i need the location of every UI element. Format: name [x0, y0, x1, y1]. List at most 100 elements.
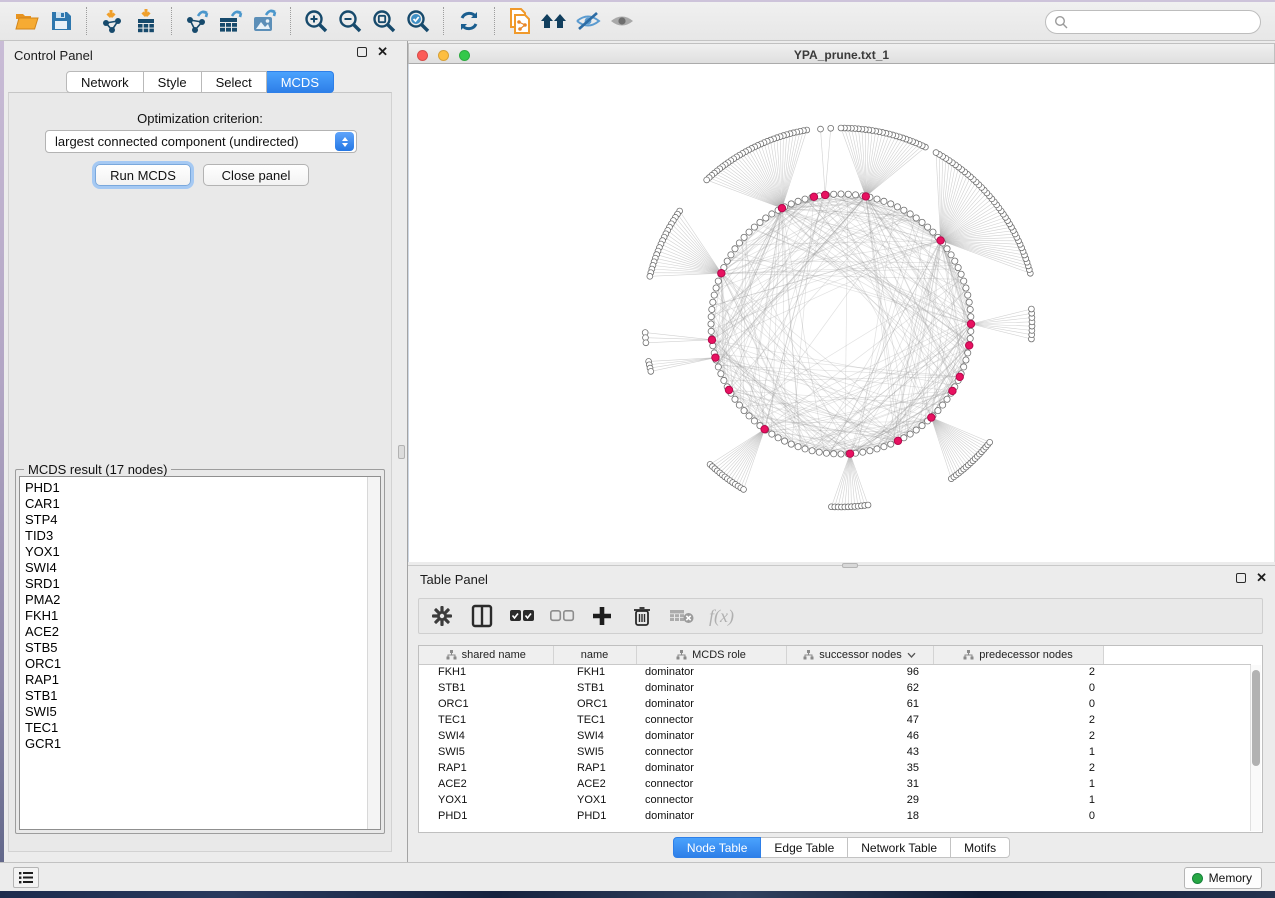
mcds-result-item[interactable]: SWI4: [25, 560, 380, 576]
network-graph-svg[interactable]: [409, 64, 1274, 562]
node-table[interactable]: shared namenameMCDS rolesuccessor nodesp…: [418, 645, 1263, 833]
open-folder-icon[interactable]: [10, 5, 44, 37]
cell-MCDS-role[interactable]: dominator: [636, 760, 786, 776]
export-table-icon[interactable]: [214, 5, 248, 37]
cell-predecessor-nodes[interactable]: 0: [933, 696, 1103, 712]
horizontal-splitter-grip[interactable]: [842, 563, 858, 568]
first-neighbors-icon[interactable]: [537, 5, 571, 37]
cell-successor-nodes[interactable]: 61: [786, 696, 933, 712]
zoom-in-icon[interactable]: [299, 5, 333, 37]
cell-successor-nodes[interactable]: 18: [786, 808, 933, 824]
memory-button[interactable]: Memory: [1184, 867, 1262, 889]
hide-selected-icon[interactable]: [571, 5, 605, 37]
mcds-result-item[interactable]: CAR1: [25, 496, 380, 512]
cell-MCDS-role[interactable]: connector: [636, 776, 786, 792]
table-row[interactable]: PHD1PHD1dominator180: [419, 808, 1251, 824]
table-row[interactable]: YOX1YOX1connector291: [419, 792, 1251, 808]
table-row[interactable]: SWI4SWI4dominator462: [419, 728, 1251, 744]
table-row[interactable]: SWI5SWI5connector431: [419, 744, 1251, 760]
import-network-icon[interactable]: [95, 5, 129, 37]
cell-name[interactable]: TEC1: [553, 712, 636, 728]
cell-MCDS-role[interactable]: dominator: [636, 808, 786, 824]
column-header-successor-nodes[interactable]: successor nodes: [786, 646, 933, 664]
clone-network-icon[interactable]: [503, 5, 537, 37]
close-panel-icon[interactable]: ✕: [1256, 573, 1267, 583]
zoom-selected-icon[interactable]: [401, 5, 435, 37]
deselect-all-icon[interactable]: [549, 603, 575, 629]
tab-edge-table[interactable]: Edge Table: [761, 837, 848, 858]
mcds-result-item[interactable]: YOX1: [25, 544, 380, 560]
table-row[interactable]: ORC1ORC1dominator610: [419, 696, 1251, 712]
tab-network-table[interactable]: Network Table: [848, 837, 951, 858]
add-column-icon[interactable]: [589, 603, 615, 629]
close-panel-button[interactable]: Close panel: [203, 164, 309, 186]
cell-MCDS-role[interactable]: dominator: [636, 664, 786, 680]
cell-shared-name[interactable]: ACE2: [419, 776, 553, 792]
cell-name[interactable]: STB1: [553, 680, 636, 696]
panel-list-button[interactable]: [13, 867, 39, 888]
float-panel-icon[interactable]: [1236, 573, 1246, 583]
cell-predecessor-nodes[interactable]: 1: [933, 792, 1103, 808]
table-scrollbar-thumb[interactable]: [1252, 670, 1260, 766]
cell-predecessor-nodes[interactable]: 1: [933, 776, 1103, 792]
column-header-predecessor-nodes[interactable]: predecessor nodes: [933, 646, 1103, 664]
table-row[interactable]: STB1STB1dominator620: [419, 680, 1251, 696]
zoom-out-icon[interactable]: [333, 5, 367, 37]
export-network-icon[interactable]: [180, 5, 214, 37]
mcds-result-item[interactable]: PHD1: [25, 480, 380, 496]
cell-MCDS-role[interactable]: connector: [636, 712, 786, 728]
mcds-list-scrollbar[interactable]: [367, 477, 380, 829]
splitter-grip[interactable]: [398, 445, 405, 459]
mcds-result-item[interactable]: SWI5: [25, 704, 380, 720]
cell-successor-nodes[interactable]: 96: [786, 664, 933, 680]
cell-shared-name[interactable]: YOX1: [419, 792, 553, 808]
cell-predecessor-nodes[interactable]: 0: [933, 808, 1103, 824]
tab-mcds[interactable]: MCDS: [267, 71, 334, 93]
tab-network[interactable]: Network: [66, 71, 144, 93]
save-session-icon[interactable]: [44, 5, 78, 37]
cell-successor-nodes[interactable]: 62: [786, 680, 933, 696]
cell-name[interactable]: ACE2: [553, 776, 636, 792]
cell-shared-name[interactable]: PHD1: [419, 808, 553, 824]
mcds-result-item[interactable]: STB5: [25, 640, 380, 656]
cell-predecessor-nodes[interactable]: 2: [933, 712, 1103, 728]
close-panel-icon[interactable]: ✕: [377, 47, 388, 57]
cell-name[interactable]: PHD1: [553, 808, 636, 824]
export-image-icon[interactable]: [248, 5, 282, 37]
cell-MCDS-role[interactable]: dominator: [636, 696, 786, 712]
cell-MCDS-role[interactable]: dominator: [636, 728, 786, 744]
select-all-icon[interactable]: [509, 603, 535, 629]
mcds-result-item[interactable]: FKH1: [25, 608, 380, 624]
table-row[interactable]: TEC1TEC1connector472: [419, 712, 1251, 728]
cell-name[interactable]: RAP1: [553, 760, 636, 776]
column-header-MCDS-role[interactable]: MCDS role: [636, 646, 786, 664]
cell-MCDS-role[interactable]: dominator: [636, 680, 786, 696]
column-header-name[interactable]: name: [553, 646, 636, 664]
mcds-result-item[interactable]: SRD1: [25, 576, 380, 592]
cell-MCDS-role[interactable]: connector: [636, 792, 786, 808]
network-titlebar[interactable]: YPA_prune.txt_1: [408, 43, 1275, 64]
mcds-result-item[interactable]: PMA2: [25, 592, 380, 608]
cell-predecessor-nodes[interactable]: 2: [933, 760, 1103, 776]
mcds-result-item[interactable]: STB1: [25, 688, 380, 704]
cell-name[interactable]: SWI5: [553, 744, 636, 760]
cell-shared-name[interactable]: SWI4: [419, 728, 553, 744]
cell-successor-nodes[interactable]: 29: [786, 792, 933, 808]
cell-shared-name[interactable]: STB1: [419, 680, 553, 696]
cell-shared-name[interactable]: SWI5: [419, 744, 553, 760]
cell-predecessor-nodes[interactable]: 0: [933, 680, 1103, 696]
zoom-fit-icon[interactable]: [367, 5, 401, 37]
column-layout-icon[interactable]: [469, 603, 495, 629]
gear-icon[interactable]: [429, 603, 455, 629]
run-mcds-button[interactable]: Run MCDS: [95, 164, 191, 186]
cell-predecessor-nodes[interactable]: 2: [933, 664, 1103, 680]
criterion-select[interactable]: largest connected component (undirected): [45, 130, 357, 153]
table-row[interactable]: FKH1FKH1dominator962: [419, 664, 1251, 680]
cell-shared-name[interactable]: FKH1: [419, 664, 553, 680]
cell-name[interactable]: FKH1: [553, 664, 636, 680]
tab-motifs[interactable]: Motifs: [951, 837, 1010, 858]
mcds-result-list[interactable]: PHD1CAR1STP4TID3YOX1SWI4SRD1PMA2FKH1ACE2…: [19, 476, 381, 830]
delete-column-icon[interactable]: [629, 603, 655, 629]
mcds-result-item[interactable]: ORC1: [25, 656, 380, 672]
cell-shared-name[interactable]: ORC1: [419, 696, 553, 712]
